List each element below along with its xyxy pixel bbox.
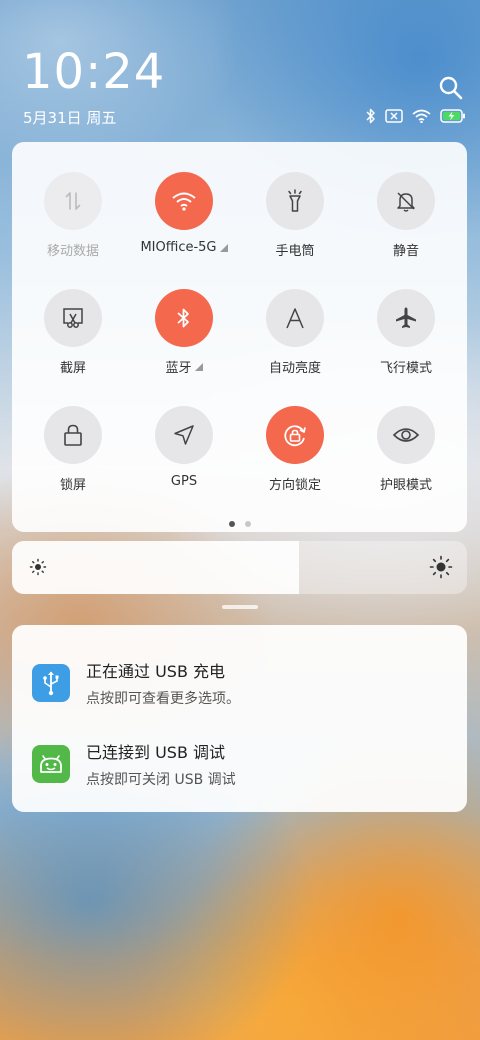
tile-eye-protection-toggle[interactable] bbox=[377, 406, 435, 464]
tile-mute-label: 静音 bbox=[392, 244, 419, 259]
notification-usb-charging[interactable]: 正在通过 USB 充电 点按即可查看更多选项。 bbox=[32, 658, 240, 708]
notification-card: 正在通过 USB 充电 点按即可查看更多选项。 已连接到 USB 调试 点按即可… bbox=[12, 625, 467, 812]
tile-wifi-label: MIOffice-5G bbox=[140, 240, 217, 255]
tile-wifi-toggle[interactable] bbox=[155, 172, 213, 230]
status-bar-icons bbox=[366, 108, 466, 124]
screenshot-icon bbox=[63, 308, 83, 328]
tile-auto-brightness-label: 自动亮度 bbox=[268, 361, 321, 376]
bluetooth-icon bbox=[366, 108, 375, 124]
tile-bluetooth-toggle[interactable] bbox=[155, 289, 213, 347]
page-dot-2[interactable] bbox=[244, 521, 251, 527]
airplane-icon bbox=[396, 307, 416, 328]
eye-icon bbox=[392, 428, 420, 442]
rotation-lock-icon bbox=[284, 425, 306, 447]
tile-mobile-data-label: 移动数据 bbox=[46, 244, 99, 259]
tile-airplane-label: 飞行模式 bbox=[379, 361, 432, 376]
notification-subtitle: 点按即可查看更多选项。 bbox=[86, 691, 240, 707]
tile-mobile-data[interactable]: 移动数据 bbox=[17, 172, 129, 272]
brightness-level-fill bbox=[12, 541, 299, 594]
mute-icon bbox=[397, 192, 415, 212]
tile-screenshot[interactable]: 截屏 bbox=[17, 289, 129, 389]
auto-brightness-icon bbox=[286, 308, 304, 329]
search-icon bbox=[439, 76, 463, 100]
notification-title: 已连接到 USB 调试 bbox=[86, 743, 226, 762]
expand-triangle-icon[interactable] bbox=[194, 362, 203, 371]
tile-mute-toggle[interactable] bbox=[377, 172, 435, 230]
sim-off-icon bbox=[385, 109, 403, 123]
search-button[interactable] bbox=[438, 75, 464, 101]
notification-usb-debugging[interactable]: 已连接到 USB 调试 点按即可关闭 USB 调试 bbox=[32, 739, 236, 789]
tile-screenshot-toggle[interactable] bbox=[44, 289, 102, 347]
page-indicator bbox=[12, 521, 467, 527]
battery-charging-icon bbox=[440, 109, 465, 123]
lock-icon bbox=[64, 424, 82, 446]
tile-auto-brightness[interactable]: 自动亮度 bbox=[239, 289, 351, 389]
tile-eye-protection[interactable]: 护眼模式 bbox=[350, 406, 462, 506]
drag-handle[interactable] bbox=[222, 605, 258, 609]
notification-title: 正在通过 USB 充电 bbox=[86, 662, 226, 681]
gps-icon bbox=[174, 425, 194, 445]
notification-usb-icon-bg bbox=[32, 664, 70, 702]
brightness-slider[interactable] bbox=[12, 541, 467, 594]
date: 5月31日 周五 bbox=[23, 109, 117, 127]
clock: 10:24 bbox=[22, 44, 166, 100]
flashlight-icon bbox=[288, 189, 302, 212]
wifi-icon bbox=[412, 109, 431, 123]
quick-settings-panel: 移动数据 MIOffice-5G 手电筒 静音 截屏 蓝牙 自动亮度 飞行模式 … bbox=[12, 142, 467, 532]
tile-lock-screen[interactable]: 锁屏 bbox=[17, 406, 129, 506]
tile-lock-screen-toggle[interactable] bbox=[44, 406, 102, 464]
tile-rotation-lock-label: 方向锁定 bbox=[268, 478, 321, 493]
bluetooth-icon bbox=[177, 308, 189, 328]
tile-bluetooth-label: 蓝牙 bbox=[165, 361, 192, 376]
tile-flashlight[interactable]: 手电筒 bbox=[239, 172, 351, 272]
expand-triangle-icon[interactable] bbox=[219, 243, 228, 252]
tile-bluetooth[interactable]: 蓝牙 bbox=[128, 289, 240, 389]
notification-subtitle: 点按即可关闭 USB 调试 bbox=[86, 772, 236, 788]
tile-gps-label: GPS bbox=[170, 474, 198, 489]
tile-flashlight-label: 手电筒 bbox=[275, 244, 315, 259]
tile-wifi[interactable]: MIOffice-5G bbox=[128, 172, 240, 272]
usb-icon bbox=[43, 671, 59, 696]
wifi-icon bbox=[172, 192, 196, 211]
tile-auto-brightness-toggle[interactable] bbox=[266, 289, 324, 347]
tile-airplane[interactable]: 飞行模式 bbox=[350, 289, 462, 389]
tile-screenshot-label: 截屏 bbox=[59, 361, 86, 376]
tile-bluetooth-label-row: 蓝牙 bbox=[165, 357, 203, 376]
tile-wifi-label-row: MIOffice-5G bbox=[140, 240, 228, 255]
tile-airplane-toggle[interactable] bbox=[377, 289, 435, 347]
page-dot-1[interactable] bbox=[228, 521, 235, 527]
tile-gps[interactable]: GPS bbox=[128, 406, 240, 506]
tile-gps-toggle[interactable] bbox=[155, 406, 213, 464]
tile-eye-protection-label: 护眼模式 bbox=[379, 478, 432, 493]
tile-mute[interactable]: 静音 bbox=[350, 172, 462, 272]
tile-flashlight-toggle[interactable] bbox=[266, 172, 324, 230]
android-icon bbox=[40, 755, 62, 773]
tile-rotation-lock[interactable]: 方向锁定 bbox=[239, 406, 351, 506]
mobile-data-icon bbox=[65, 192, 81, 210]
tile-lock-screen-label: 锁屏 bbox=[59, 478, 86, 493]
brightness-high-icon bbox=[429, 555, 453, 579]
tile-mobile-data-toggle[interactable] bbox=[44, 172, 102, 230]
brightness-low-icon bbox=[29, 558, 47, 576]
tile-rotation-lock-toggle[interactable] bbox=[266, 406, 324, 464]
notification-android-icon-bg bbox=[32, 745, 70, 783]
